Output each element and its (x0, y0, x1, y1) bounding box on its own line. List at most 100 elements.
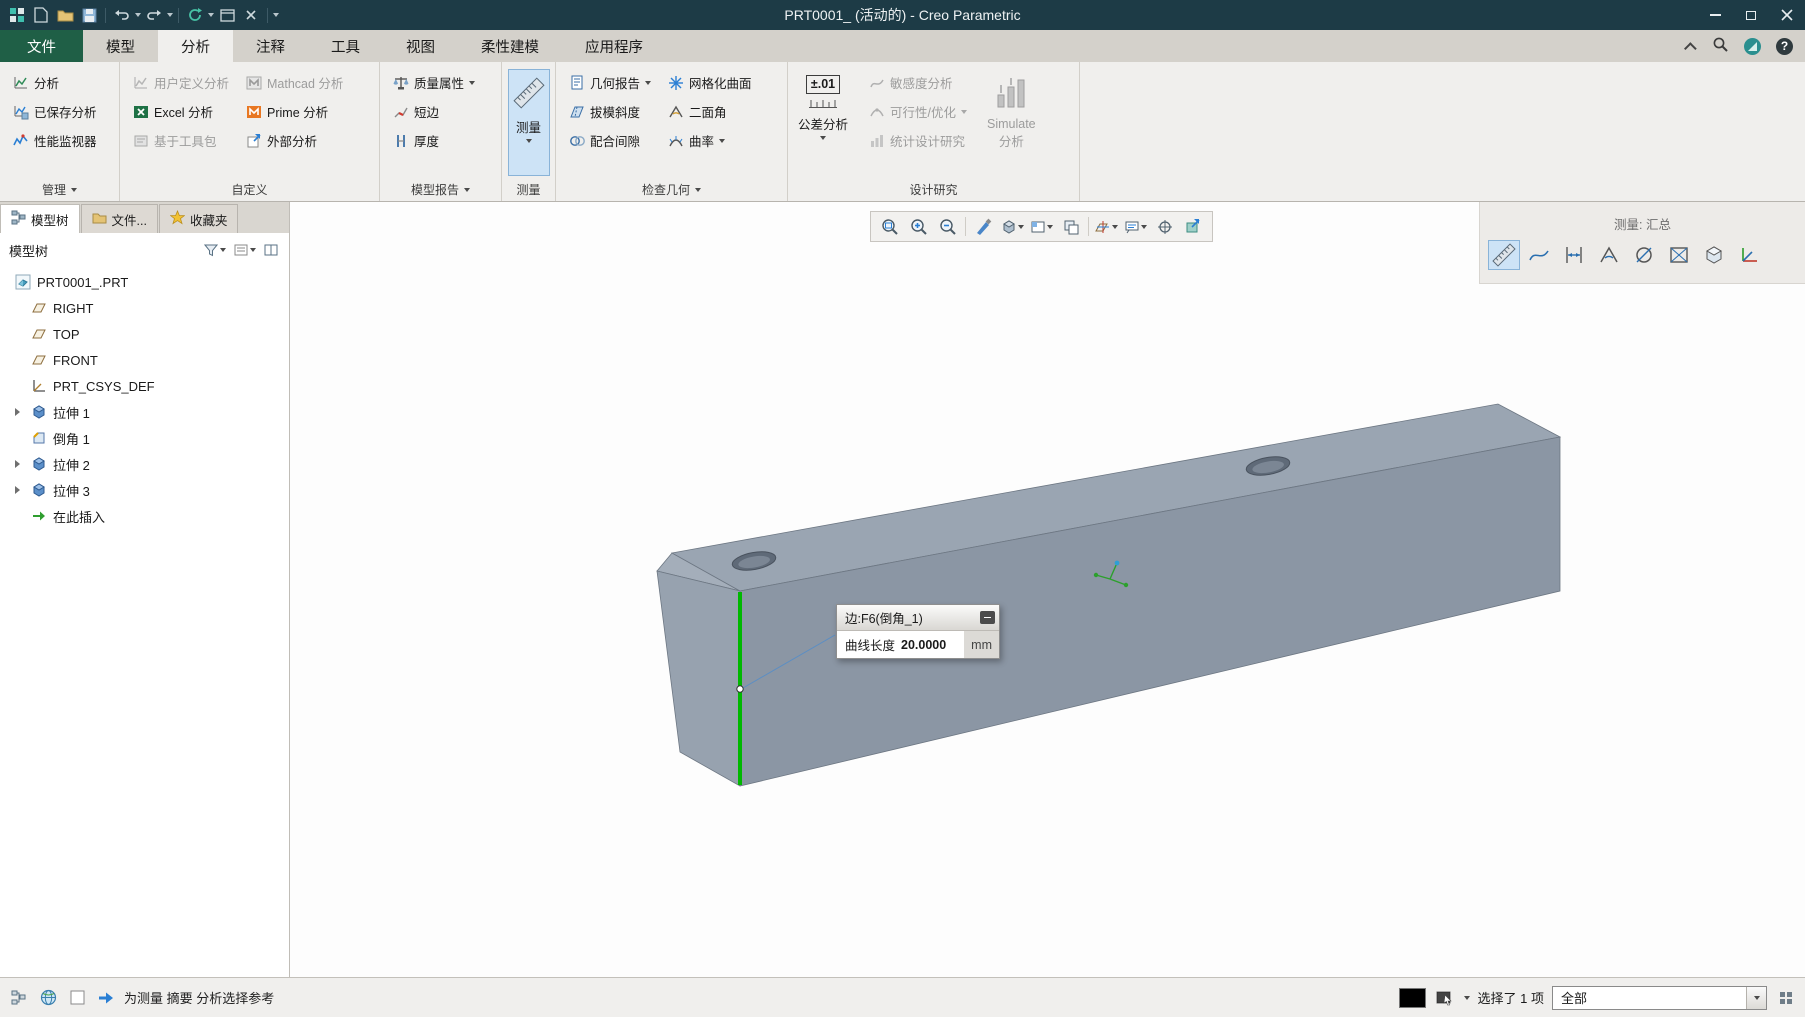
measure-angle-button[interactable] (1593, 240, 1625, 270)
tree-settings-button[interactable] (232, 241, 258, 259)
tolerance-analysis-button[interactable]: ±.01 公差分析 (793, 69, 853, 176)
combobox-dropdown-button[interactable] (1746, 987, 1766, 1009)
status-grid-icon[interactable] (1775, 987, 1797, 1009)
navigator-toggle-icon[interactable] (8, 987, 30, 1009)
user-defined-analysis-button[interactable]: 用户定义分析 (125, 69, 236, 96)
group-label-check-geometry[interactable]: 检查几何 (556, 178, 787, 201)
minimize-button[interactable] (1697, 0, 1733, 30)
tree-expand-icon[interactable] (10, 408, 24, 416)
toolkit-analysis-button[interactable]: 基于工具包 (125, 127, 236, 154)
statistical-design-study-button[interactable]: 统计设计研究 (861, 127, 974, 154)
tree-expand-icon[interactable] (10, 486, 24, 494)
tab-analysis[interactable]: 分析 (158, 30, 233, 62)
zoom-out-button[interactable] (934, 214, 961, 239)
nav-tab-model-tree[interactable]: 模型树 (0, 204, 80, 233)
share-icon[interactable] (1744, 38, 1761, 55)
tree-item-datum-plane[interactable]: TOP (0, 321, 289, 347)
pairs-clearance-button[interactable]: 配合间隙 (561, 127, 658, 154)
performance-monitor-button[interactable]: 性能监视器 (5, 127, 114, 154)
search-icon[interactable] (1712, 36, 1729, 56)
regenerate-dropdown-icon[interactable] (208, 13, 214, 17)
tree-item-extrude[interactable]: 拉伸 1 (0, 399, 289, 425)
thickness-button[interactable]: 厚度 (385, 127, 496, 154)
3d-model-canvas[interactable] (290, 202, 1805, 977)
graphics-area[interactable]: 测量: 汇总 边:F6(倒角_1) (290, 202, 1805, 977)
saved-orientations-button[interactable] (1028, 214, 1055, 239)
view-manager-button[interactable] (1057, 214, 1084, 239)
spin-center-button[interactable] (1151, 214, 1178, 239)
display-style-button[interactable] (999, 214, 1026, 239)
measure-button[interactable]: 测量 (508, 69, 550, 176)
blank-panel-icon[interactable] (66, 987, 88, 1009)
appearance-swatch[interactable] (1399, 988, 1426, 1008)
redo-button[interactable] (143, 4, 165, 26)
annotation-display-button[interactable] (1122, 214, 1149, 239)
selection-filter-icon[interactable] (1434, 987, 1456, 1009)
tab-applications[interactable]: 应用程序 (562, 30, 666, 62)
tab-model[interactable]: 模型 (83, 30, 158, 62)
measure-area-button[interactable] (1663, 240, 1695, 270)
simulate-analysis-button[interactable]: Simulate 分析 (982, 69, 1041, 176)
tree-item-csys[interactable]: PRT_CSYS_DEF (0, 373, 289, 399)
refit-button[interactable] (876, 214, 903, 239)
tree-expand-icon[interactable] (10, 460, 24, 468)
mesh-surface-button[interactable]: 网格化曲面 (660, 69, 759, 96)
regenerate-button[interactable] (184, 4, 206, 26)
excel-analysis-button[interactable]: Excel 分析 (125, 98, 236, 125)
dihedral-angle-button[interactable]: 二面角 (660, 98, 759, 125)
maximize-button[interactable] (1733, 0, 1769, 30)
undo-dropdown-icon[interactable] (135, 13, 141, 17)
short-edge-button[interactable]: 短边 (385, 98, 496, 125)
measure-distance-button[interactable] (1558, 240, 1590, 270)
tree-filter-button[interactable] (202, 241, 228, 259)
selection-filter-dropdown-icon[interactable] (1464, 996, 1470, 1000)
tree-item-datum-plane[interactable]: RIGHT (0, 295, 289, 321)
analysis-button[interactable]: 分析 (5, 69, 114, 96)
curvature-button[interactable]: 曲率 (660, 127, 759, 154)
tree-item-extrude[interactable]: 拉伸 3 (0, 477, 289, 503)
nav-tab-favorites[interactable]: 收藏夹 (159, 204, 239, 233)
save-button[interactable] (78, 4, 100, 26)
tree-columns-button[interactable] (262, 241, 280, 259)
nav-tab-folder-browser[interactable]: 文件... (81, 204, 158, 233)
group-label-model-report[interactable]: 模型报告 (380, 178, 501, 201)
prime-analysis-button[interactable]: Prime 分析 (238, 98, 350, 125)
measure-volume-button[interactable] (1698, 240, 1730, 270)
minimize-ribbon-icon[interactable] (1684, 42, 1697, 55)
saved-analysis-button[interactable]: 已保存分析 (5, 98, 114, 125)
zoom-in-button[interactable] (905, 214, 932, 239)
tree-item-extrude[interactable]: 拉伸 2 (0, 451, 289, 477)
close-window-button[interactable] (240, 4, 262, 26)
group-label-manage[interactable]: 管理 (0, 178, 119, 201)
tree-item-part[interactable]: PRT0001_.PRT (0, 269, 289, 295)
external-analysis-button[interactable]: 外部分析 (238, 127, 350, 154)
geometry-report-button[interactable]: 几何报告 (561, 69, 658, 96)
selection-filter-combobox[interactable]: 全部 (1552, 986, 1767, 1010)
datum-display-filters-button[interactable] (1093, 214, 1120, 239)
tab-flexible-modeling[interactable]: 柔性建模 (458, 30, 562, 62)
open-file-button[interactable] (54, 4, 76, 26)
tree-item-chamfer[interactable]: 倒角 1 (0, 425, 289, 451)
close-button[interactable] (1769, 0, 1805, 30)
window-switch-button[interactable] (216, 4, 238, 26)
tab-file[interactable]: 文件 (0, 30, 83, 62)
help-icon[interactable]: ? (1776, 38, 1793, 55)
measure-length-button[interactable] (1523, 240, 1555, 270)
tree-item-insert-here[interactable]: 在此插入 (0, 503, 289, 529)
mass-properties-button[interactable]: 质量属性 (385, 69, 496, 96)
customize-toolbar-dropdown-icon[interactable] (273, 13, 279, 17)
repaint-button[interactable] (970, 214, 997, 239)
draft-analysis-button[interactable]: 拔模斜度 (561, 98, 658, 125)
view-normal-button[interactable] (1180, 214, 1207, 239)
tab-view[interactable]: 视图 (383, 30, 458, 62)
redo-dropdown-icon[interactable] (167, 13, 173, 17)
tree-item-datum-plane[interactable]: FRONT (0, 347, 289, 373)
sensitivity-analysis-button[interactable]: 敏感度分析 (861, 69, 974, 96)
new-file-button[interactable] (30, 4, 52, 26)
tab-tools[interactable]: 工具 (308, 30, 383, 62)
undo-button[interactable] (111, 4, 133, 26)
feasibility-optimization-button[interactable]: 可行性/优化 (861, 98, 974, 125)
measure-summary-button[interactable] (1488, 240, 1520, 270)
tab-annotate[interactable]: 注释 (233, 30, 308, 62)
measure-transform-button[interactable] (1733, 240, 1765, 270)
